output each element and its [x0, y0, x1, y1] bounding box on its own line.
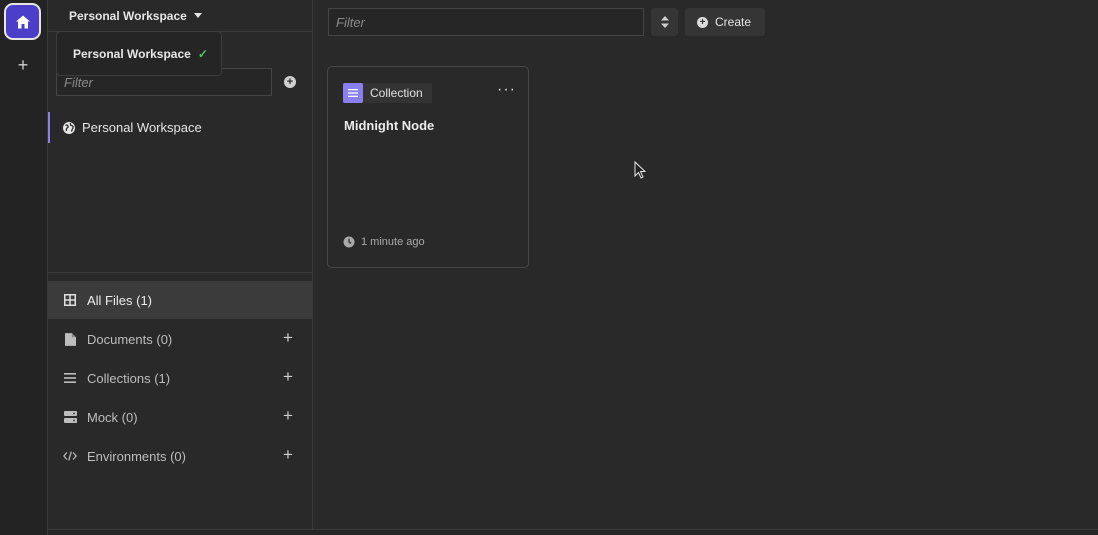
home-button[interactable]	[4, 3, 41, 40]
add-project-icon[interactable]: +	[14, 56, 32, 74]
add-environment-icon[interactable]: +	[280, 446, 296, 463]
card-badge-label: Collection	[370, 86, 423, 100]
card-timestamp-label: 1 minute ago	[361, 236, 425, 248]
server-icon	[63, 410, 77, 424]
workspace-dropdown-item[interactable]: Personal Workspace ✓	[56, 31, 222, 76]
sidebar-filter-placeholder: Filter	[64, 74, 93, 90]
create-label: Create	[715, 15, 752, 29]
create-button[interactable]: + Create	[685, 8, 765, 36]
main-filter-input[interactable]: Filter	[328, 8, 644, 36]
project-label: Personal Workspace	[82, 120, 202, 135]
check-icon: ✓	[197, 46, 208, 61]
nav-all-files-label: All Files (1)	[87, 292, 153, 308]
sort-button[interactable]	[651, 8, 678, 36]
nav-mock[interactable]: Mock (0) +	[48, 398, 312, 436]
project-item[interactable]: Personal Workspace	[48, 112, 312, 143]
globe-icon	[63, 121, 75, 134]
list-icon	[63, 371, 77, 385]
app-rail: +	[0, 0, 48, 535]
collection-icon	[343, 83, 363, 103]
app-window: + Personal Workspace Filter + Personal W…	[0, 0, 1098, 535]
clock-icon	[343, 236, 355, 248]
sidebar: Personal Workspace Filter + Personal Wor…	[48, 0, 313, 529]
document-icon	[63, 332, 77, 346]
card-type-badge: Collection	[343, 83, 432, 103]
add-mock-icon[interactable]: +	[280, 407, 296, 424]
workspace-selector[interactable]: Personal Workspace	[48, 0, 312, 32]
plus-circle-icon: +	[697, 16, 708, 28]
dropdown-item-label: Personal Workspace	[73, 46, 191, 61]
mouse-cursor-icon	[634, 161, 646, 179]
card-timestamp: 1 minute ago	[343, 236, 425, 248]
grid-icon	[63, 293, 77, 307]
card-title: Midnight Node	[344, 118, 435, 133]
nav-environments-label: Environments (0)	[87, 448, 186, 464]
nav-documents[interactable]: Documents (0) +	[48, 320, 312, 358]
nav-all-files[interactable]: All Files (1)	[48, 281, 312, 319]
nav-mock-label: Mock (0)	[87, 409, 138, 425]
nav-collections-label: Collections (1)	[87, 370, 171, 386]
workspace-title: Personal Workspace	[69, 8, 187, 23]
code-icon	[63, 449, 77, 463]
add-circle-icon[interactable]: +	[284, 76, 296, 88]
main-filter-placeholder: Filter	[336, 14, 365, 30]
add-collection-icon[interactable]: +	[280, 368, 296, 385]
file-card[interactable]: Collection ··· Midnight Node 1 minute ag…	[327, 66, 529, 268]
sidebar-divider	[48, 272, 312, 273]
nav-collections[interactable]: Collections (1) +	[48, 359, 312, 397]
more-options-icon[interactable]: ···	[497, 82, 515, 99]
sort-icon	[660, 16, 669, 28]
home-icon	[15, 15, 30, 28]
add-document-icon[interactable]: +	[280, 329, 296, 346]
status-bar	[48, 529, 1098, 535]
nav-environments[interactable]: Environments (0) +	[48, 437, 312, 475]
nav-documents-label: Documents (0)	[87, 331, 173, 347]
caret-down-icon	[193, 13, 202, 18]
